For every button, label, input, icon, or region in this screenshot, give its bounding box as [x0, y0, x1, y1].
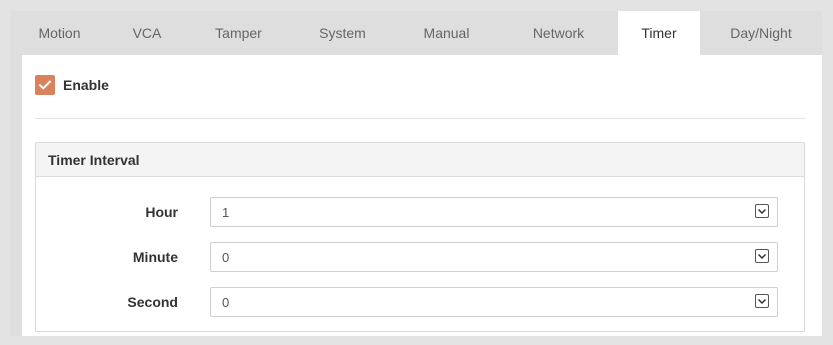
enable-checkbox[interactable] — [35, 75, 55, 95]
enable-label: Enable — [63, 77, 109, 93]
second-select[interactable]: 0 — [210, 287, 778, 317]
minute-select[interactable]: 0 — [210, 242, 778, 272]
enable-row: Enable — [35, 74, 109, 96]
tab-bar: Motion VCA Tamper System Manual Network … — [11, 11, 822, 55]
hour-value: 1 — [222, 204, 230, 220]
tab-manual[interactable]: Manual — [394, 11, 499, 55]
tab-motion[interactable]: Motion — [11, 11, 108, 55]
second-value: 0 — [222, 294, 230, 310]
tab-vca[interactable]: VCA — [108, 11, 186, 55]
second-label: Second — [127, 294, 178, 310]
second-row: Second 0 — [36, 287, 806, 317]
hour-select[interactable]: 1 — [210, 197, 778, 227]
timer-interval-title: Timer Interval — [36, 143, 804, 177]
chevron-down-icon — [755, 294, 769, 308]
timer-panel: Enable Timer Interval Hour 1 Minute 0 Se… — [22, 55, 822, 336]
tab-network[interactable]: Network — [499, 11, 618, 55]
tab-system[interactable]: System — [291, 11, 394, 55]
hour-label: Hour — [145, 204, 178, 220]
checkmark-icon — [39, 80, 51, 90]
chevron-down-icon — [755, 204, 769, 218]
tab-tamper[interactable]: Tamper — [186, 11, 291, 55]
minute-value: 0 — [222, 249, 230, 265]
event-settings-frame: Motion VCA Tamper System Manual Network … — [11, 11, 822, 336]
section-divider — [35, 118, 806, 119]
chevron-down-icon — [755, 249, 769, 263]
hour-row: Hour 1 — [36, 197, 806, 227]
tab-day-night[interactable]: Day/Night — [700, 11, 822, 55]
minute-row: Minute 0 — [36, 242, 806, 272]
minute-label: Minute — [132, 249, 178, 265]
tab-timer[interactable]: Timer — [618, 11, 700, 55]
timer-interval-group: Timer Interval Hour 1 Minute 0 Second 0 — [35, 142, 805, 332]
